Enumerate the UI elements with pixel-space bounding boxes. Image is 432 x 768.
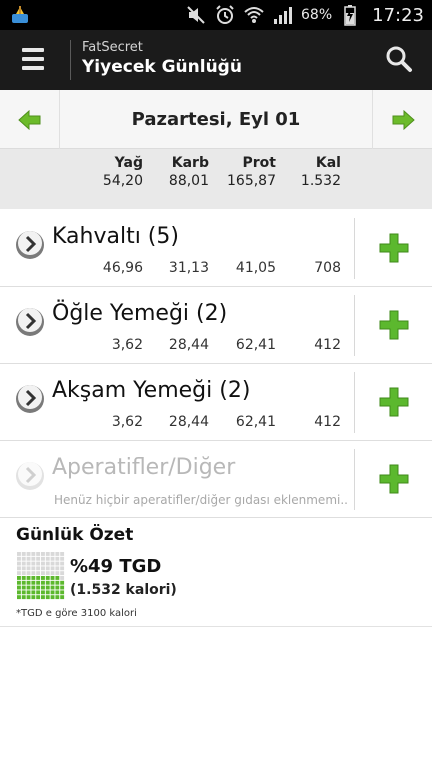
totals-value: 165,87 <box>227 173 276 189</box>
menu-icon[interactable] <box>22 48 52 72</box>
empty-meal-text: Henüz hiçbir aperatifler/diğer gıdası ek… <box>54 493 349 507</box>
totals-value: 1.532 <box>300 173 341 189</box>
totals-header: Karb <box>171 155 209 171</box>
meal-protein: 41,05 <box>235 260 276 276</box>
meal-carbs: 31,13 <box>168 260 209 276</box>
meal-row-breakfast[interactable]: Kahvaltı (5) 46,96 31,13 41,05 708 <box>0 210 432 287</box>
current-date[interactable]: Pazartesi, Eyl 01 <box>60 90 372 149</box>
clock: 17:23 <box>372 4 424 26</box>
app-bar: FatSecret Yiyecek Günlüğü <box>0 30 432 90</box>
mute-icon <box>187 6 205 24</box>
meal-fat: 46,96 <box>102 260 143 276</box>
title-group: FatSecret Yiyecek Günlüğü <box>70 40 242 80</box>
page-title: Yiyecek Günlüğü <box>82 57 242 77</box>
add-food-button[interactable] <box>378 232 410 264</box>
meal-row-snacks[interactable]: Aperatifler/Diğer Henüz hiçbir aperatifl… <box>0 441 432 518</box>
rdi-footnote: *TGD e göre 3100 kalori <box>16 608 137 619</box>
totals-header: Kal <box>315 155 341 171</box>
divider <box>354 218 355 279</box>
totals-value: 88,01 <box>168 173 209 189</box>
totals-header: Yağ <box>114 155 143 171</box>
divider <box>354 295 355 356</box>
totals-carbs: Karb 88,01 <box>169 154 209 190</box>
chevron-right-icon <box>16 462 44 490</box>
arrow-right-icon <box>392 109 415 130</box>
alarm-icon <box>216 5 234 24</box>
meal-carbs: 28,44 <box>168 337 209 353</box>
meal-calories: 412 <box>314 337 341 353</box>
search-icon[interactable] <box>384 44 414 74</box>
daily-totals: Yağ 54,20 Karb 88,01 Prot 165,87 Kal 1.5… <box>0 149 432 209</box>
cleaner-app-icon <box>12 6 28 23</box>
daily-summary[interactable]: Günlük Özet %49 TGD (1.532 kalori) *TGD … <box>0 519 432 627</box>
meal-calories: 412 <box>314 414 341 430</box>
previous-day-button[interactable] <box>0 90 60 149</box>
add-food-button[interactable] <box>378 463 410 495</box>
meal-name: Öğle Yemeği (2) <box>52 301 228 326</box>
wifi-icon <box>244 7 264 23</box>
meal-protein: 62,41 <box>235 337 276 353</box>
add-food-button[interactable] <box>378 386 410 418</box>
totals-calories: Kal 1.532 <box>301 154 341 190</box>
chevron-right-icon[interactable] <box>15 307 45 337</box>
meal-carbs: 28,44 <box>168 414 209 430</box>
meal-calories: 708 <box>314 260 341 276</box>
battery-charging-icon <box>344 5 356 26</box>
signal-icon <box>274 7 292 24</box>
rdi-calories: (1.532 kalori) <box>70 582 177 598</box>
meal-name: Kahvaltı (5) <box>52 224 179 249</box>
add-food-button[interactable] <box>378 309 410 341</box>
date-navigator: Pazartesi, Eyl 01 <box>0 90 432 149</box>
chevron-right-icon[interactable] <box>15 230 45 260</box>
meal-name: Akşam Yemeği (2) <box>52 378 251 403</box>
totals-value: 54,20 <box>102 173 143 189</box>
totals-header: Prot <box>242 155 276 171</box>
battery-percent: 68% <box>301 7 333 23</box>
arrow-left-icon <box>17 109 40 130</box>
meal-fat: 3,62 <box>111 414 143 430</box>
totals-protein: Prot 165,87 <box>227 154 276 190</box>
status-bar: 68% 17:23 <box>0 0 432 30</box>
chevron-right-icon[interactable] <box>15 384 45 414</box>
totals-fat: Yağ 54,20 <box>103 154 143 190</box>
meal-protein: 62,41 <box>235 414 276 430</box>
summary-title: Günlük Özet <box>16 525 134 545</box>
meal-row-lunch[interactable]: Öğle Yemeği (2) 3,62 28,44 62,41 412 <box>0 287 432 364</box>
meal-name: Aperatifler/Diğer <box>52 455 236 480</box>
divider <box>354 372 355 433</box>
divider <box>354 449 355 510</box>
next-day-button[interactable] <box>372 90 432 149</box>
rdi-percent: %49 TGD <box>70 556 162 577</box>
meal-row-dinner[interactable]: Akşam Yemeği (2) 3,62 28,44 62,41 412 <box>0 364 432 441</box>
app-name: FatSecret <box>82 40 143 55</box>
rdi-progress-grid <box>17 552 65 600</box>
meal-fat: 3,62 <box>111 337 143 353</box>
